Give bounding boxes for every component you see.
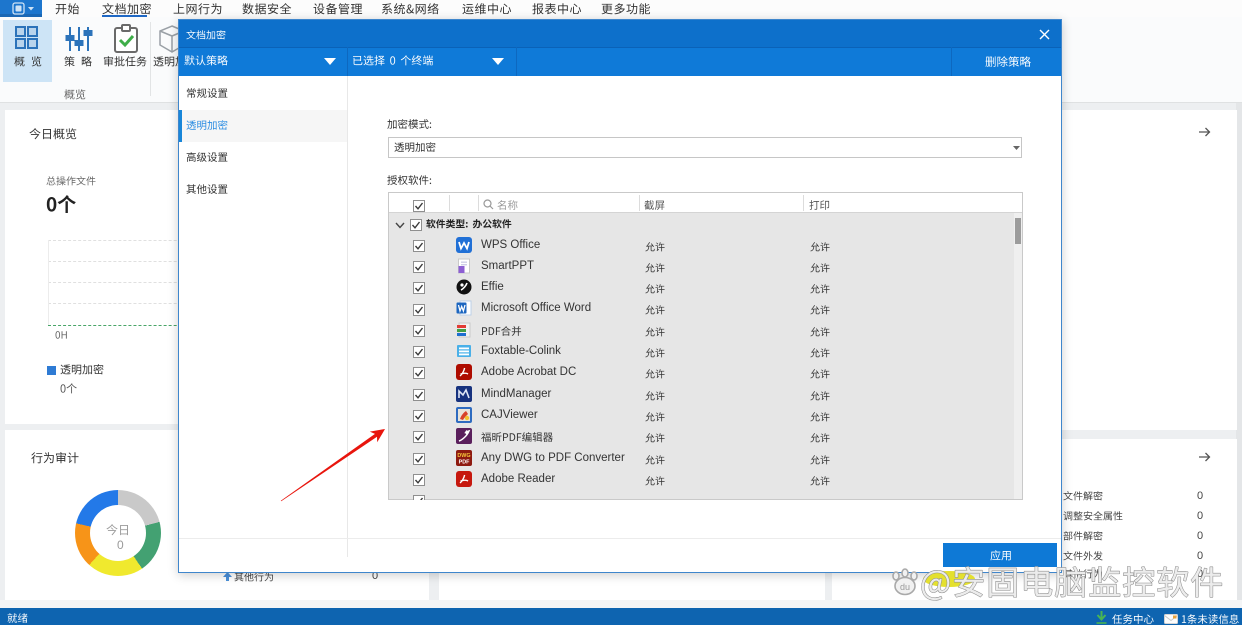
- svg-text:PDF: PDF: [459, 460, 470, 466]
- svg-text:du: du: [900, 582, 910, 592]
- svg-text:DWG: DWG: [457, 453, 470, 459]
